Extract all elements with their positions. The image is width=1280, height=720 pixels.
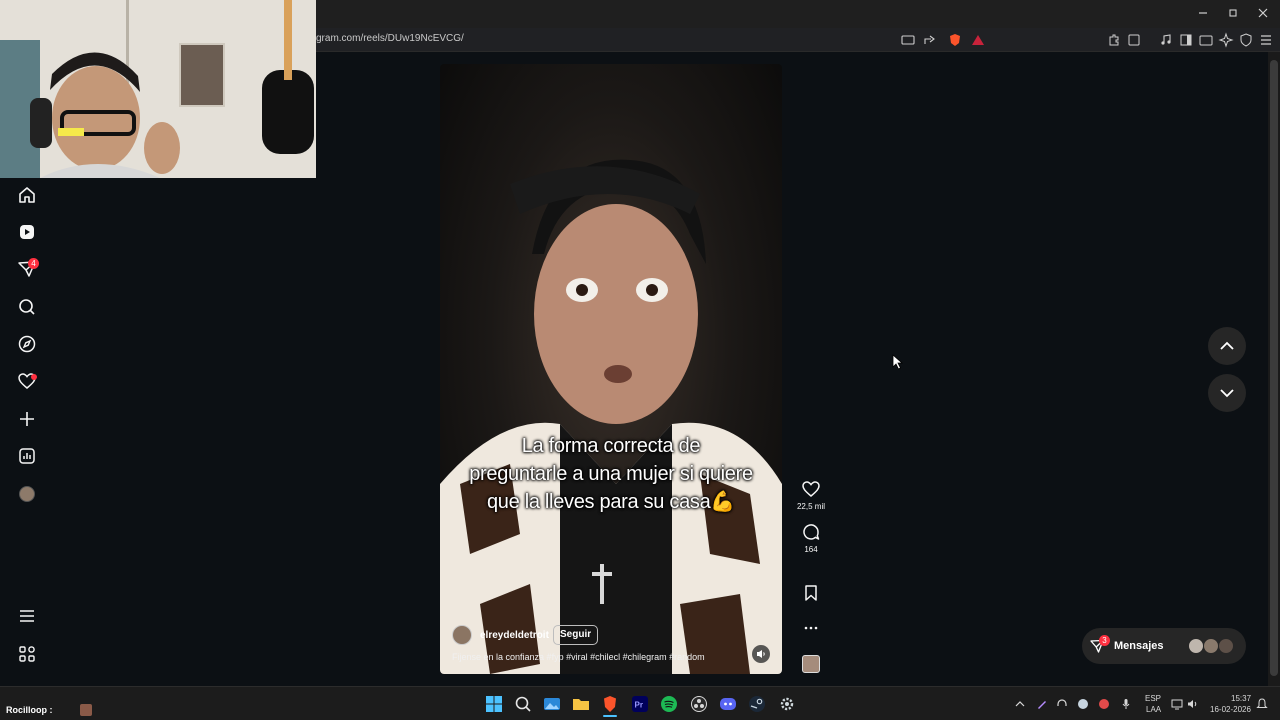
comments-count: 164 bbox=[804, 545, 818, 554]
more-options-icon[interactable] bbox=[801, 618, 821, 638]
extensions-icon[interactable] bbox=[1106, 32, 1122, 48]
profile-avatar[interactable] bbox=[19, 486, 35, 502]
address-bar[interactable]: gram.com/reels/DUw19NcEVCG/ bbox=[316, 33, 464, 44]
also-from-meta-icon[interactable] bbox=[17, 644, 37, 664]
microphone-tray-icon[interactable] bbox=[1120, 698, 1132, 710]
sidebar-item-notifications[interactable] bbox=[17, 371, 41, 391]
like-heart-icon[interactable] bbox=[801, 479, 821, 499]
leo-ai-icon[interactable] bbox=[1218, 32, 1234, 48]
close-icon[interactable] bbox=[1256, 6, 1270, 20]
comment-icon[interactable] bbox=[801, 522, 821, 542]
caption-line: que la lleves para su casa💪 bbox=[486, 491, 736, 513]
chat-emote bbox=[80, 704, 92, 716]
messages-label: Mensajes bbox=[1114, 640, 1164, 652]
reel-video-frame bbox=[440, 159, 782, 674]
scrollbar-thumb[interactable] bbox=[1270, 60, 1278, 676]
brave-shields-icon[interactable] bbox=[947, 32, 963, 48]
reel-video[interactable] bbox=[440, 64, 782, 674]
windows-start-icon[interactable] bbox=[485, 695, 503, 713]
search-icon[interactable] bbox=[17, 297, 37, 317]
more-menu-icon[interactable] bbox=[17, 606, 37, 626]
chevron-up-icon[interactable] bbox=[1014, 698, 1026, 710]
reel-username[interactable]: elreydeldetroit bbox=[480, 630, 549, 641]
maximize-icon[interactable] bbox=[1226, 6, 1240, 20]
dashboard-icon[interactable] bbox=[17, 446, 37, 466]
input-language[interactable]: ESP bbox=[1145, 694, 1161, 703]
media-icon[interactable] bbox=[1158, 32, 1174, 48]
minimize-icon[interactable] bbox=[1196, 6, 1210, 20]
chevron-up-icon bbox=[1220, 341, 1234, 350]
sidebar-toggle-icon[interactable] bbox=[1178, 32, 1194, 48]
cast-icon[interactable] bbox=[900, 32, 916, 48]
previous-reel-button[interactable] bbox=[1208, 327, 1246, 365]
share-icon[interactable] bbox=[922, 32, 938, 48]
conversation-avatar bbox=[1218, 638, 1234, 654]
clock-time[interactable]: 15:37 bbox=[1231, 694, 1251, 703]
menu-icon[interactable] bbox=[1258, 32, 1274, 48]
next-reel-button[interactable] bbox=[1208, 374, 1246, 412]
mouse-cursor-icon bbox=[892, 354, 904, 370]
sidebar-item-messages[interactable]: 4 bbox=[17, 258, 41, 279]
photos-app-icon[interactable] bbox=[543, 695, 561, 713]
volume-icon[interactable] bbox=[1187, 698, 1199, 710]
caption-line: preguntarle a una mujer si quiere bbox=[469, 463, 753, 485]
explore-icon[interactable] bbox=[17, 334, 37, 354]
create-plus-icon[interactable] bbox=[17, 409, 37, 429]
audio-thumbnail[interactable] bbox=[802, 655, 820, 673]
caption-line: La forma correcta de bbox=[521, 435, 701, 457]
reels-icon[interactable] bbox=[17, 222, 37, 242]
network-icon[interactable] bbox=[1171, 698, 1183, 710]
brave-rewards-icon[interactable] bbox=[970, 32, 986, 48]
wallet-icon[interactable] bbox=[1198, 32, 1214, 48]
notification-dot bbox=[31, 374, 37, 380]
reel-caption-overlay: La forma correcta de preguntarle a una m… bbox=[445, 432, 777, 516]
active-app-indicator bbox=[603, 715, 617, 717]
spotify-icon[interactable] bbox=[660, 695, 678, 713]
screenshot-icon[interactable] bbox=[1126, 32, 1142, 48]
follow-button[interactable]: Seguir bbox=[553, 625, 599, 645]
obs-studio-icon[interactable] bbox=[690, 695, 708, 713]
headset-tray-icon[interactable] bbox=[1056, 698, 1068, 710]
webcam-feed-image bbox=[0, 0, 316, 178]
brave-browser-icon[interactable] bbox=[601, 695, 619, 713]
search-icon[interactable] bbox=[514, 695, 532, 713]
pen-tray-icon[interactable] bbox=[1036, 698, 1048, 710]
app-tray-icon[interactable] bbox=[1098, 698, 1110, 710]
premiere-pro-icon[interactable]: Pr bbox=[631, 695, 649, 713]
likes-count: 22,5 mil bbox=[796, 502, 825, 511]
conversation-avatar bbox=[1188, 638, 1204, 654]
notification-center-icon[interactable] bbox=[1256, 698, 1268, 710]
steam-icon[interactable] bbox=[748, 695, 766, 713]
clock-date[interactable]: 16-02-2026 bbox=[1210, 705, 1251, 714]
speaker-icon bbox=[757, 650, 765, 658]
discord-icon[interactable] bbox=[719, 695, 737, 713]
stream-chat-line: Rocilloop : bbox=[6, 705, 53, 715]
notification-badge: 4 bbox=[28, 258, 39, 269]
svg-text:Pr: Pr bbox=[635, 701, 643, 710]
steam-tray-icon[interactable] bbox=[1077, 698, 1089, 710]
keyboard-layout[interactable]: LAA bbox=[1146, 705, 1161, 714]
conversation-avatar bbox=[1203, 638, 1219, 654]
reel-description[interactable]: Fijense en la confianza #fyp #viral #chi… bbox=[452, 652, 705, 662]
messages-badge: 3 bbox=[1099, 635, 1110, 646]
settings-gear-icon[interactable] bbox=[778, 695, 796, 713]
home-icon[interactable] bbox=[17, 185, 37, 205]
save-bookmark-icon[interactable] bbox=[801, 583, 821, 603]
vpn-shield-icon[interactable] bbox=[1238, 32, 1254, 48]
chevron-down-icon bbox=[1220, 389, 1234, 398]
webcam-overlay bbox=[0, 0, 316, 178]
mute-button[interactable] bbox=[752, 645, 770, 663]
reel-author-avatar[interactable] bbox=[452, 625, 472, 645]
file-explorer-icon[interactable] bbox=[572, 695, 590, 713]
